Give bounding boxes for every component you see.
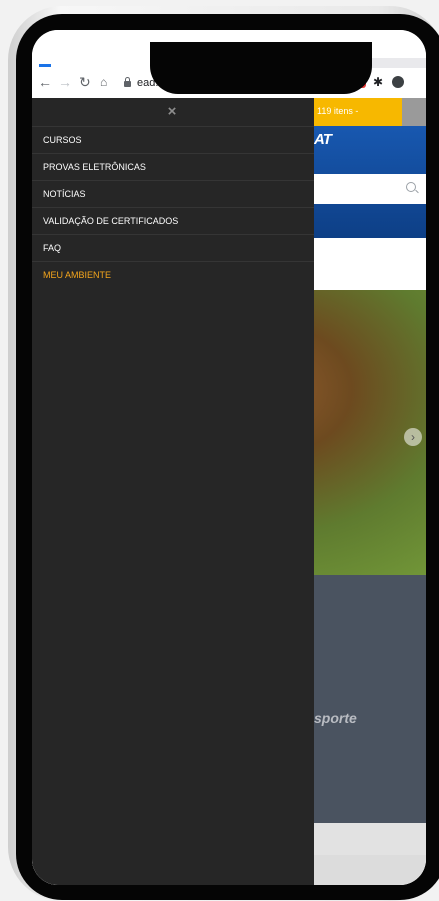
phone-notch — [150, 42, 372, 94]
forward-arrow-icon[interactable]: → — [58, 74, 72, 90]
menu-item-meu-ambiente[interactable]: MEU AMBIENTE — [32, 261, 314, 288]
cart-count[interactable]: 119 itens - — [317, 106, 358, 116]
phone-screen: ← → ↻ ⌂ ead.sestsenat.org.br ☆ ✱ 119 ite… — [32, 30, 426, 885]
menu-item-validacao-certificados[interactable]: VALIDAÇÃO DE CERTIFICADOS — [32, 207, 314, 234]
close-icon[interactable]: × — [162, 102, 182, 122]
active-tab-indicator[interactable] — [39, 64, 51, 67]
nav-drawer: × CURSOS PROVAS ELETRÔNICAS NOTÍCIAS VAL… — [32, 98, 314, 885]
menu-item-noticias[interactable]: NOTÍCIAS — [32, 180, 314, 207]
menu-item-cursos[interactable]: CURSOS — [32, 126, 314, 153]
profile-avatar-icon[interactable] — [392, 76, 404, 88]
home-icon[interactable]: ⌂ — [100, 74, 107, 90]
reload-icon[interactable]: ↻ — [79, 74, 91, 90]
cart-button[interactable] — [402, 98, 426, 126]
back-arrow-icon[interactable]: ← — [38, 74, 52, 90]
puzzle-icon[interactable]: ✱ — [373, 74, 383, 90]
lock-icon — [124, 77, 131, 87]
carousel-next-icon[interactable]: › — [404, 428, 422, 446]
menu-item-provas-eletronicas[interactable]: PROVAS ELETRÔNICAS — [32, 153, 314, 180]
search-icon[interactable] — [406, 182, 416, 192]
drawer-menu: CURSOS PROVAS ELETRÔNICAS NOTÍCIAS VALID… — [32, 126, 314, 288]
site-logo[interactable]: AT — [314, 131, 332, 148]
menu-item-faq[interactable]: FAQ — [32, 234, 314, 261]
promo-caption: sporte — [314, 710, 357, 726]
